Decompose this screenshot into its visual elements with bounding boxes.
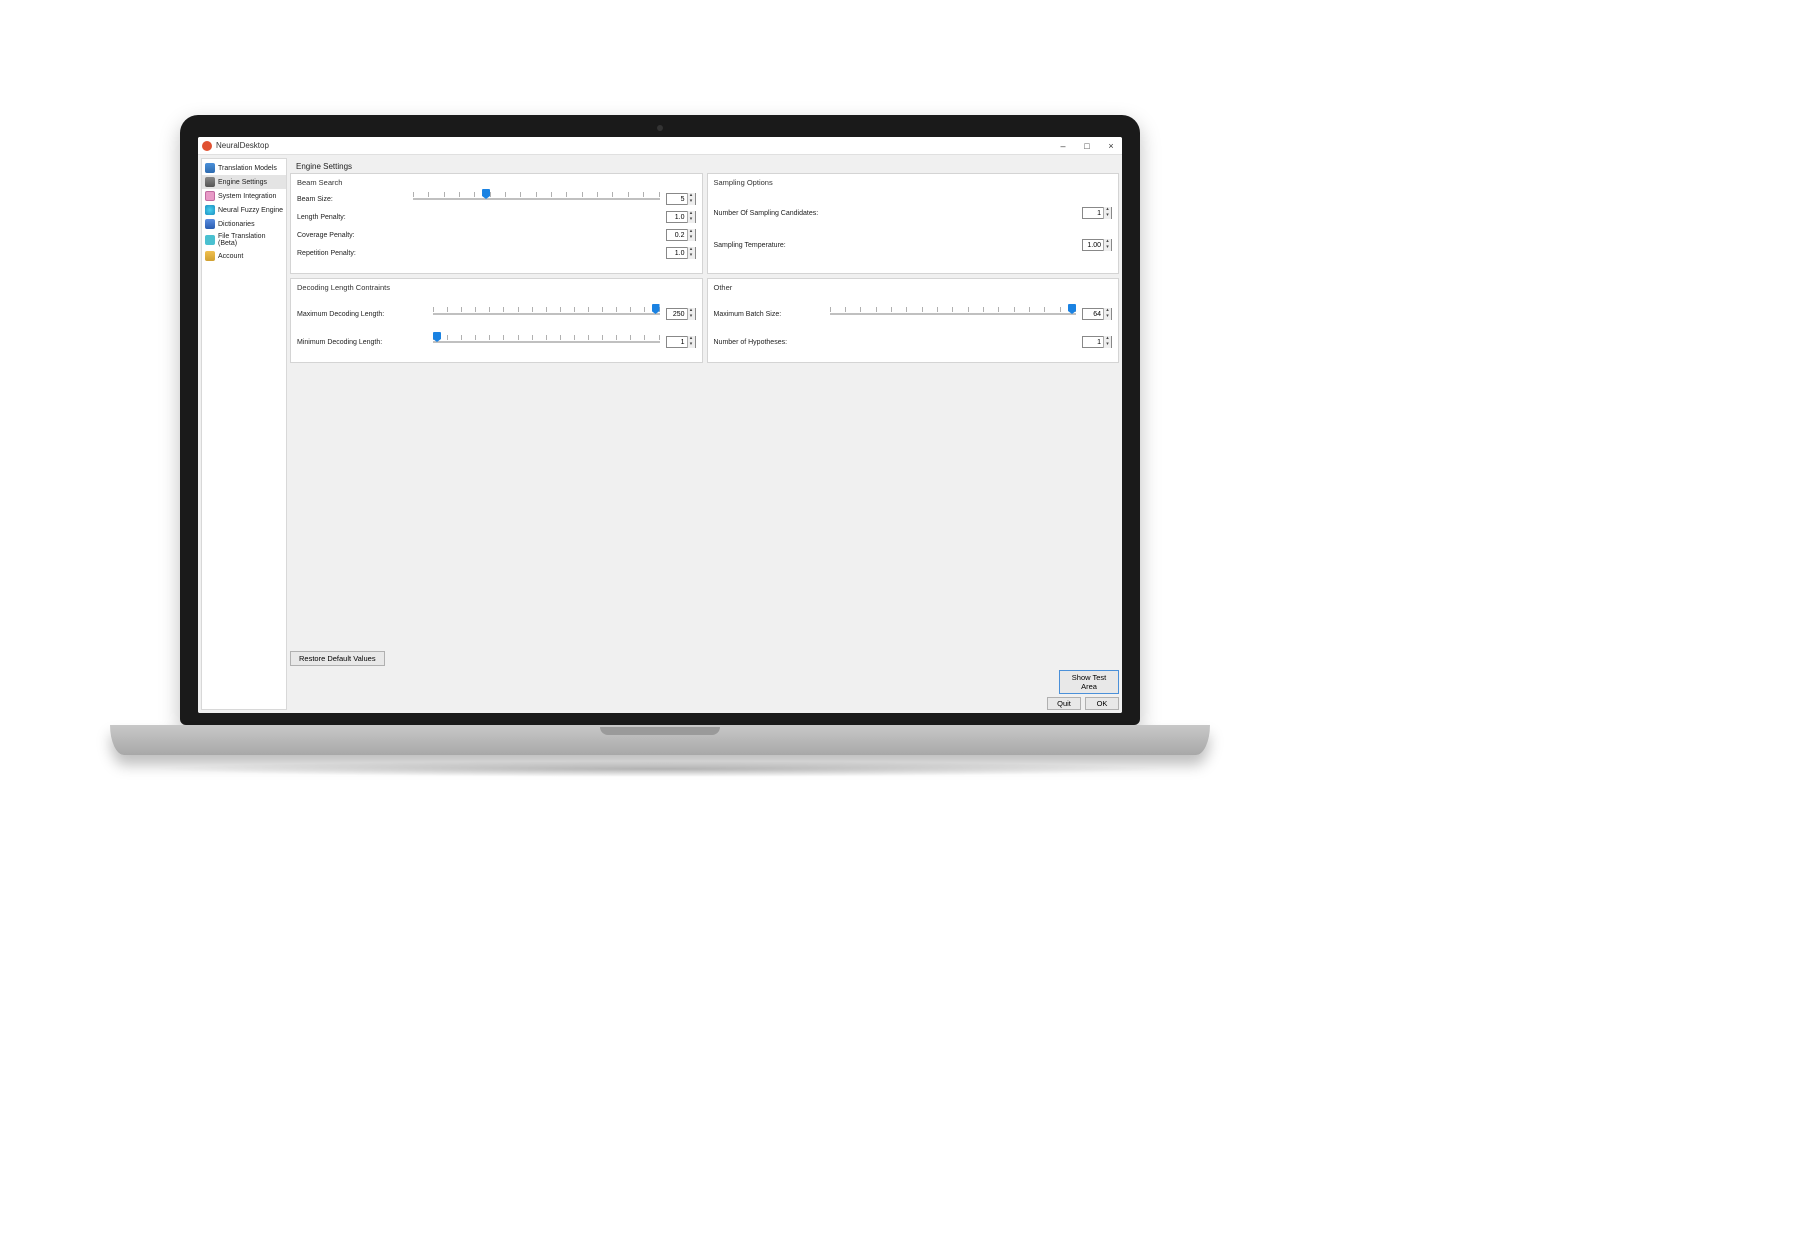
sidebar-item-label: Account <box>218 253 243 260</box>
beam-size-label: Beam Size: <box>297 196 407 203</box>
length-penalty-spinner[interactable]: 1.0 ▴▾ <box>666 211 696 223</box>
coverage-penalty-label: Coverage Penalty: <box>297 232 407 239</box>
restore-defaults-button[interactable]: Restore Default Values <box>290 651 385 666</box>
spin-down-icon[interactable]: ▾ <box>688 199 695 205</box>
sidebar-item-label: File Translation (Beta) <box>218 233 283 247</box>
hypotheses-spinner[interactable]: 1 ▴▾ <box>1082 336 1112 348</box>
max-decoding-spinner[interactable]: 250 ▴▾ <box>666 308 696 320</box>
sidebar-item-account[interactable]: Account <box>202 249 286 263</box>
window-title: NeuralDesktop <box>216 141 1056 150</box>
group-title: Beam Search <box>297 178 696 187</box>
group-other: Other Maximum Batch Size: <box>707 278 1120 363</box>
window-controls: – □ × <box>1056 141 1118 151</box>
row-length-penalty: Length Penalty: 1.0 ▴▾ <box>297 211 696 223</box>
page-title: Engine Settings <box>290 158 1119 173</box>
sampling-candidates-spinner[interactable]: 1 ▴▾ <box>1082 207 1112 219</box>
show-test-area-button[interactable]: Show Test Area <box>1059 670 1119 694</box>
translation-models-icon <box>205 163 215 173</box>
sidebar-item-system-integration[interactable]: System Integration <box>202 189 286 203</box>
sidebar-item-engine-settings[interactable]: Engine Settings <box>202 175 286 189</box>
spin-down-icon[interactable]: ▾ <box>688 342 695 348</box>
spin-down-icon[interactable]: ▾ <box>1104 314 1111 320</box>
max-batch-label: Maximum Batch Size: <box>714 311 824 318</box>
row-sampling-temperature: Sampling Temperature: 1.00 ▴▾ <box>714 239 1113 251</box>
laptop-bezel: NeuralDesktop – □ × Translation Models <box>180 115 1140 725</box>
spin-down-icon[interactable]: ▾ <box>688 253 695 259</box>
sidebar-item-label: Dictionaries <box>218 221 255 228</box>
engine-settings-icon <box>205 177 215 187</box>
row-min-decoding: Minimum Decoding Length: 1 ▴▾ <box>297 336 696 348</box>
sidebar-item-translation-models[interactable]: Translation Models <box>202 161 286 175</box>
app-icon <box>202 141 212 151</box>
app-window: NeuralDesktop – □ × Translation Models <box>198 137 1122 713</box>
sidebar-item-label: System Integration <box>218 193 276 200</box>
sampling-temperature-label: Sampling Temperature: <box>714 242 874 249</box>
sidebar-item-label: Engine Settings <box>218 179 267 186</box>
repetition-penalty-label: Repetition Penalty: <box>297 250 407 257</box>
length-penalty-label: Length Penalty: <box>297 214 407 221</box>
close-button[interactable]: × <box>1104 141 1118 151</box>
row-beam-size: Beam Size: 5 ▴▾ <box>297 193 696 205</box>
row-max-decoding: Maximum Decoding Length: 250 ▴▾ <box>297 308 696 320</box>
laptop-mockup: NeuralDesktop – □ × Translation Models <box>180 115 1140 750</box>
main-content: Engine Settings Beam Search Beam Size: <box>290 158 1119 710</box>
ok-button[interactable]: OK <box>1085 697 1119 710</box>
maximize-button[interactable]: □ <box>1080 141 1094 151</box>
group-title: Decoding Length Contraints <box>297 283 696 292</box>
sidebar-item-neural-fuzzy[interactable]: Neural Fuzzy Engine <box>202 203 286 217</box>
group-title: Sampling Options <box>714 178 1113 187</box>
row-sampling-candidates: Number Of Sampling Candidates: 1 ▴▾ <box>714 207 1113 219</box>
dictionaries-icon <box>205 219 215 229</box>
spin-down-icon[interactable]: ▾ <box>1104 245 1111 251</box>
row-max-batch: Maximum Batch Size: 64 ▴▾ <box>714 308 1113 320</box>
sidebar-item-file-translation[interactable]: File Translation (Beta) <box>202 231 286 249</box>
max-batch-slider[interactable] <box>830 308 1077 320</box>
spin-down-icon[interactable]: ▾ <box>688 235 695 241</box>
coverage-penalty-spinner[interactable]: 0.2 ▴▾ <box>666 229 696 241</box>
sidebar-item-dictionaries[interactable]: Dictionaries <box>202 217 286 231</box>
repetition-penalty-spinner[interactable]: 1.0 ▴▾ <box>666 247 696 259</box>
group-beam-search: Beam Search Beam Size: <box>290 173 703 274</box>
sidebar: Translation Models Engine Settings Syste… <box>201 158 287 710</box>
max-decoding-slider[interactable] <box>433 308 660 320</box>
group-title: Other <box>714 283 1113 292</box>
account-icon <box>205 251 215 261</box>
system-integration-icon <box>205 191 215 201</box>
titlebar: NeuralDesktop – □ × <box>198 137 1122 155</box>
beam-size-slider[interactable] <box>413 193 660 205</box>
spin-down-icon[interactable]: ▾ <box>688 217 695 223</box>
min-decoding-spinner[interactable]: 1 ▴▾ <box>666 336 696 348</box>
sidebar-item-label: Neural Fuzzy Engine <box>218 207 283 214</box>
spin-down-icon[interactable]: ▾ <box>1104 342 1111 348</box>
app-body: Translation Models Engine Settings Syste… <box>198 155 1122 713</box>
footer: Show Test Area Quit OK <box>290 666 1119 710</box>
row-coverage-penalty: Coverage Penalty: 0.2 ▴▾ <box>297 229 696 241</box>
minimize-button[interactable]: – <box>1056 141 1070 151</box>
group-sampling: Sampling Options Number Of Sampling Cand… <box>707 173 1120 274</box>
max-decoding-label: Maximum Decoding Length: <box>297 311 427 318</box>
neural-fuzzy-icon <box>205 205 215 215</box>
spin-down-icon[interactable]: ▾ <box>1104 213 1111 219</box>
panels-grid: Beam Search Beam Size: <box>290 173 1119 647</box>
row-repetition-penalty: Repetition Penalty: 1.0 ▴▾ <box>297 247 696 259</box>
max-batch-spinner[interactable]: 64 ▴▾ <box>1082 308 1112 320</box>
row-hypotheses: Number of Hypotheses: 1 ▴▾ <box>714 336 1113 348</box>
sidebar-item-label: Translation Models <box>218 165 277 172</box>
spin-down-icon[interactable]: ▾ <box>688 314 695 320</box>
laptop-base <box>110 725 1210 755</box>
min-decoding-slider[interactable] <box>433 336 660 348</box>
sampling-temperature-spinner[interactable]: 1.00 ▴▾ <box>1082 239 1112 251</box>
group-decoding: Decoding Length Contraints Maximum Decod… <box>290 278 703 363</box>
restore-row: Restore Default Values <box>290 651 1119 666</box>
sampling-candidates-label: Number Of Sampling Candidates: <box>714 210 874 217</box>
min-decoding-label: Minimum Decoding Length: <box>297 339 427 346</box>
quit-button[interactable]: Quit <box>1047 697 1081 710</box>
hypotheses-label: Number of Hypotheses: <box>714 339 824 346</box>
laptop-shadow <box>150 761 1170 777</box>
file-translation-icon <box>205 235 215 245</box>
beam-size-spinner[interactable]: 5 ▴▾ <box>666 193 696 205</box>
camera-dot <box>657 125 663 131</box>
